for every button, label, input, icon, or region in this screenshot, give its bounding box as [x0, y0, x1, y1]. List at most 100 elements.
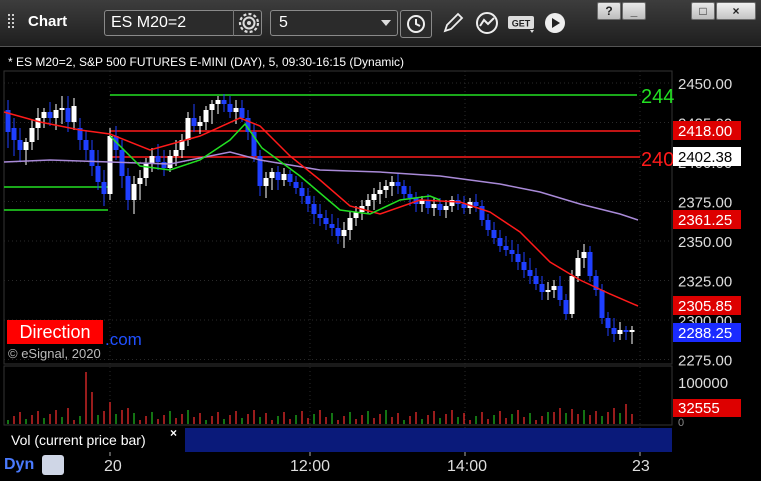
- level-label-red: 240: [641, 149, 674, 171]
- candle-body: [269, 172, 275, 178]
- candle-body: [197, 122, 203, 126]
- candle-body: [227, 104, 233, 112]
- dynamic-mode-icon[interactable]: [42, 455, 64, 475]
- candle-body: [17, 140, 23, 150]
- candle-body: [539, 284, 545, 292]
- candle-body: [491, 230, 497, 238]
- candle-body: [161, 162, 167, 168]
- candle-body: [167, 156, 173, 168]
- candle-body: [503, 246, 509, 250]
- candle-body: [293, 182, 299, 188]
- candle-body: [65, 108, 71, 122]
- price-tag-2418: 2418.00: [678, 123, 732, 140]
- chevron-down-icon[interactable]: [381, 20, 391, 26]
- candle-body: [587, 252, 593, 276]
- clock-button[interactable]: [400, 10, 432, 38]
- candle-body: [497, 238, 503, 246]
- candle-body: [323, 218, 329, 224]
- symbol-settings-button[interactable]: [233, 10, 264, 36]
- candle-body: [203, 110, 209, 122]
- candle-body: [41, 112, 47, 118]
- close-button[interactable]: ×: [716, 2, 756, 20]
- candle-body: [101, 182, 107, 194]
- candle-body: [47, 112, 53, 118]
- app-title-text: Chart: [28, 12, 68, 30]
- interval-input[interactable]: 5: [270, 10, 398, 36]
- candle-body: [545, 290, 551, 292]
- candle-body: [239, 108, 245, 118]
- symbol-value: ES M20=2: [111, 14, 187, 31]
- candle-body: [569, 276, 575, 314]
- candle-body: [581, 252, 587, 258]
- candle-body: [617, 330, 623, 334]
- candle-body: [287, 174, 293, 182]
- candle-body: [533, 276, 539, 284]
- volume-tick: 0: [678, 417, 684, 429]
- candle-body: [155, 156, 161, 162]
- candle-body: [53, 110, 59, 118]
- price-chart[interactable]: 2450.002425.002400.002375.002350.002325.…: [0, 47, 761, 481]
- candle-body: [329, 224, 335, 228]
- candle-body: [95, 166, 101, 182]
- chart-grip-icon[interactable]: [6, 12, 24, 30]
- get-icon[interactable]: GET: [506, 10, 540, 36]
- candle-body: [281, 174, 287, 180]
- maximize-button[interactable]: □: [691, 2, 715, 20]
- candle-body: [437, 204, 443, 210]
- candle-body: [563, 300, 569, 314]
- candle-body: [515, 254, 521, 262]
- price-tag-2305: 2305.85: [678, 298, 732, 315]
- candle-body: [71, 106, 77, 122]
- candle-body: [59, 108, 65, 110]
- candle-body: [509, 250, 515, 254]
- price-tick: 2450.00: [678, 76, 732, 93]
- clock-icon: [407, 15, 425, 33]
- candle-body: [215, 100, 221, 104]
- watermark-logo: Direction: [7, 320, 103, 344]
- title-bar: Chart ES M20=2 5 GET ? _ □ ×: [0, 0, 761, 47]
- gear-icon: [238, 12, 260, 34]
- study-close-icon[interactable]: ×: [170, 426, 177, 440]
- candle-body: [89, 150, 95, 166]
- studies-icon[interactable]: [474, 10, 500, 36]
- time-tick: 14:00: [447, 458, 488, 475]
- candle-body: [407, 194, 413, 198]
- candle-body: [575, 258, 581, 276]
- moving-average-green: [109, 122, 441, 215]
- candle-body: [485, 220, 491, 230]
- svg-text:GET: GET: [512, 19, 531, 29]
- candle-body: [431, 204, 437, 208]
- candle-body: [605, 318, 611, 328]
- candle-body: [83, 140, 89, 150]
- candle-body: [395, 182, 401, 186]
- minimize-button[interactable]: _: [622, 2, 646, 20]
- candle-body: [611, 328, 617, 334]
- price-tick: 2275.00: [678, 353, 732, 370]
- help-button[interactable]: ?: [597, 2, 621, 20]
- price-tick: 2375.00: [678, 195, 732, 212]
- time-tick: 20: [104, 458, 122, 475]
- candle-body: [341, 230, 347, 236]
- candle-body: [473, 202, 479, 206]
- copyright: © eSignal, 2020: [8, 346, 101, 361]
- dynamic-mode-label[interactable]: Dyn: [4, 456, 34, 474]
- pencil-icon[interactable]: [440, 10, 466, 36]
- candle-body: [551, 286, 557, 290]
- candle-body: [299, 188, 305, 196]
- candle-body: [191, 118, 197, 126]
- candle-body: [443, 206, 449, 210]
- candle-body: [365, 200, 371, 206]
- time-tick: 23: [632, 458, 650, 475]
- candle-body: [389, 182, 395, 186]
- play-icon[interactable]: [542, 10, 568, 36]
- candle-body: [521, 262, 527, 270]
- candle-body: [383, 186, 389, 190]
- candle-body: [29, 128, 35, 142]
- volume-tick: 100000: [678, 375, 728, 392]
- interval-value: 5: [279, 14, 288, 31]
- study-label: Vol (current price bar): [5, 428, 181, 452]
- candle-body: [317, 214, 323, 218]
- candle-body: [305, 196, 311, 204]
- moving-average-red: [3, 111, 639, 307]
- candle-body: [599, 290, 605, 318]
